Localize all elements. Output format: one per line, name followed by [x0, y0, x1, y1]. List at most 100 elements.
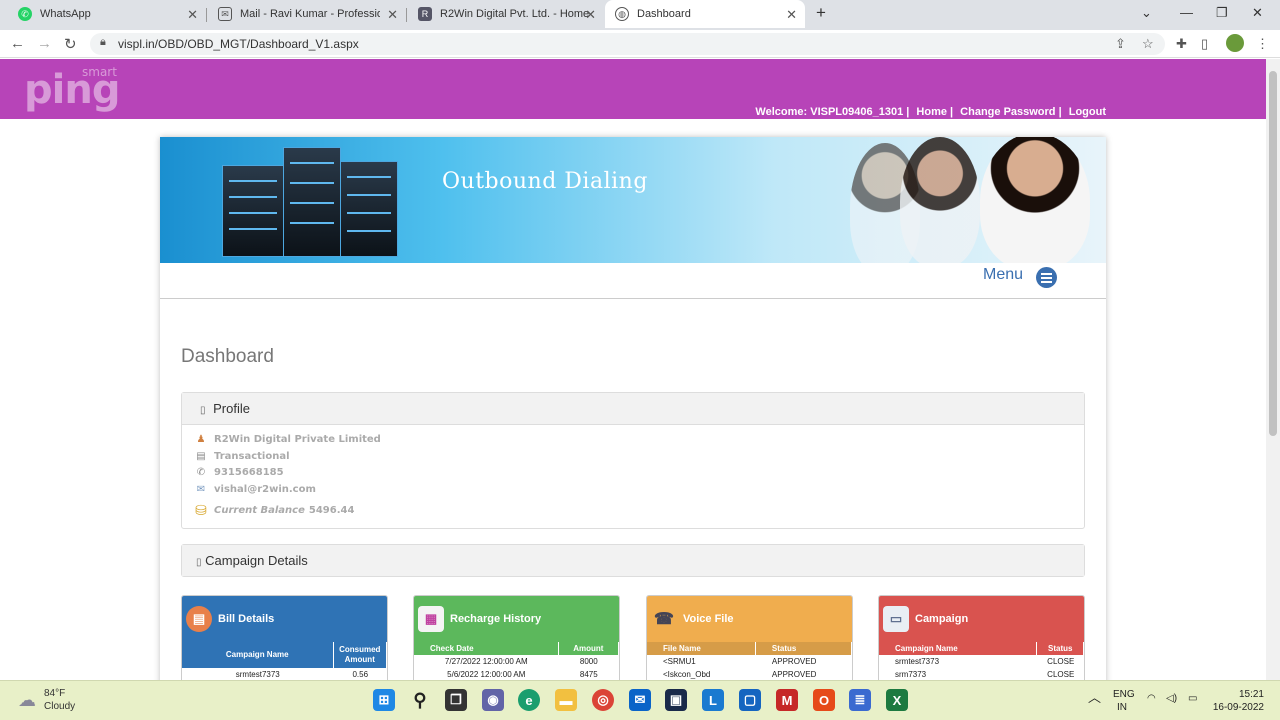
- card-title: Bill Details: [218, 613, 275, 625]
- table-row: <Iskcon_Obd APPROVED: [647, 668, 852, 680]
- scrollbar-thumb[interactable]: [1269, 71, 1277, 436]
- logout-link[interactable]: Logout: [1069, 106, 1106, 118]
- sidebar-icon[interactable]: ▯: [1201, 36, 1208, 52]
- battery-icon[interactable]: ▭: [1188, 692, 1197, 705]
- menu-label[interactable]: Menu: [983, 266, 1023, 284]
- maximize-button[interactable]: ❐: [1216, 5, 1228, 21]
- tab-separator: [406, 8, 407, 22]
- date: 16-09-2022: [1212, 702, 1264, 713]
- tab-separator: [206, 8, 207, 22]
- mail-app-icon[interactable]: ✉: [629, 689, 651, 711]
- table-row: 7/27/2022 12:00:00 AM 8000: [414, 655, 619, 668]
- agent-illustration: [900, 137, 980, 263]
- phone-row: ✆ 9315668185: [194, 464, 1072, 481]
- language-indicator[interactable]: ENG IN: [1113, 688, 1135, 714]
- profile-heading[interactable]: ▯ Profile: [182, 393, 1084, 425]
- notepad-icon[interactable]: ≣: [849, 689, 871, 711]
- file-explorer-icon[interactable]: ▬: [555, 689, 577, 711]
- calendar-icon: ▦: [418, 606, 444, 632]
- taskbar: ☁ 84°F Cloudy ⊞ ⚲ ❐ ◉ e ▬ ◎ ✉ ▣ L ▢ M O …: [0, 680, 1280, 720]
- tab-search-icon[interactable]: ⌄: [1141, 5, 1152, 21]
- home-link[interactable]: Home |: [916, 106, 953, 118]
- close-window-button[interactable]: ✕: [1252, 5, 1263, 21]
- close-icon[interactable]: ✕: [387, 7, 398, 23]
- recharge-history-card: ▦ Recharge History Check Date Amount 7/2…: [413, 595, 620, 680]
- back-icon[interactable]: ←: [10, 35, 25, 52]
- profile-avatar[interactable]: [1226, 34, 1244, 52]
- chat-icon[interactable]: ◉: [482, 689, 504, 711]
- chrome-icon[interactable]: ◎: [592, 689, 614, 711]
- tab-title: Mail - Ravi Kumar - Professional: [240, 8, 380, 20]
- card-header[interactable]: ☎ Voice File: [647, 596, 852, 642]
- card-header[interactable]: ▤ Bill Details: [182, 596, 387, 642]
- cloud-icon[interactable]: ☁: [18, 690, 36, 711]
- chevron-up-icon[interactable]: ︿: [1088, 691, 1101, 704]
- table-cell: srmtest7373: [895, 657, 940, 666]
- table-cell: <Iskcon_Obd: [663, 670, 711, 679]
- new-tab-button[interactable]: +: [816, 3, 826, 23]
- start-icon[interactable]: ⊞: [373, 689, 395, 711]
- more-options-icon[interactable]: ⋮: [1256, 36, 1269, 52]
- photos-icon[interactable]: ▢: [739, 689, 761, 711]
- volume-icon[interactable]: ◁): [1166, 692, 1177, 705]
- table-row: srmtest7373 0.56: [182, 668, 387, 680]
- table-cell: 5/6/2022 12:00:00 AM: [447, 670, 526, 679]
- forward-icon[interactable]: →: [37, 35, 52, 52]
- excel-icon[interactable]: X: [886, 689, 908, 711]
- tab-whatsapp[interactable]: ✆ WhatsApp ✕: [8, 0, 206, 28]
- vertical-scrollbar[interactable]: [1266, 59, 1280, 680]
- change-password-link[interactable]: Change Password |: [960, 106, 1062, 118]
- banner-title: Outbound Dialing: [442, 169, 648, 194]
- close-icon[interactable]: ✕: [786, 7, 797, 23]
- edge-icon[interactable]: e: [518, 689, 540, 711]
- reload-icon[interactable]: ↻: [64, 35, 77, 53]
- mail-icon: ✉: [218, 7, 232, 21]
- card-header[interactable]: ▭ Campaign: [879, 596, 1084, 642]
- table-cell: 7/27/2022 12:00:00 AM: [444, 657, 528, 666]
- task-view-icon[interactable]: ❐: [445, 689, 467, 711]
- mcafee-icon[interactable]: M: [776, 689, 798, 711]
- campaign-details-heading[interactable]: ▯ Campaign Details: [182, 545, 1084, 576]
- weather-widget[interactable]: 84°F Cloudy: [44, 687, 75, 713]
- server-illustration: [222, 165, 284, 257]
- time: 15:21: [1238, 689, 1264, 700]
- whatsapp-icon: ✆: [18, 7, 32, 21]
- minimize-button[interactable]: —: [1180, 5, 1193, 20]
- search-icon[interactable]: ⚲: [409, 689, 431, 711]
- l-app-icon[interactable]: L: [702, 689, 724, 711]
- type-row: ▤ Transactional: [194, 448, 1072, 465]
- close-icon[interactable]: ✕: [187, 7, 198, 23]
- tab-dashboard[interactable]: ◍ Dashboard ✕: [605, 0, 805, 28]
- voice-file-card: ☎ Voice File File Name Status <SRMU1 APP…: [646, 595, 853, 680]
- table-cell: srm7373: [895, 670, 927, 679]
- card-title: Recharge History: [450, 613, 542, 625]
- tab-title: Dashboard: [637, 8, 691, 20]
- close-icon[interactable]: ✕: [585, 7, 596, 23]
- tab-r2win[interactable]: R R2Win Digital Pvt. Ltd. - Home ✕: [408, 0, 604, 28]
- table-header: Campaign Name Status: [879, 642, 1084, 655]
- server-illustration: [283, 147, 341, 257]
- clock[interactable]: 15:21 16-09-2022: [1212, 688, 1264, 714]
- hamburger-menu-icon[interactable]: [1036, 267, 1057, 288]
- store-icon[interactable]: ▣: [665, 689, 687, 711]
- column-header: Campaign Name: [879, 642, 1038, 655]
- tab-title: WhatsApp: [40, 8, 91, 20]
- url-text: vispl.in/OBD/OBD_MGT/Dashboard_V1.aspx: [118, 37, 359, 51]
- phone-number: 9315668185: [214, 467, 284, 479]
- balance-value: 5496.44: [308, 505, 355, 517]
- office-icon[interactable]: O: [813, 689, 835, 711]
- url-field[interactable]: 🔒︎ vispl.in/OBD/OBD_MGT/Dashboard_V1.asp…: [90, 33, 1165, 55]
- table-row: srmtest7373 CLOSE: [879, 655, 1084, 668]
- share-icon[interactable]: ⇪: [1115, 36, 1126, 52]
- wifi-icon[interactable]: ◠: [1147, 692, 1156, 705]
- page-title: Dashboard: [181, 346, 274, 367]
- profile-panel: ▯ Profile ♟ R2Win Digital Private Limite…: [181, 392, 1085, 529]
- card-header[interactable]: ▦ Recharge History: [414, 596, 619, 642]
- bookmark-star-icon[interactable]: ☆: [1142, 36, 1154, 52]
- menu-bar: Menu: [160, 263, 1106, 299]
- extensions-icon[interactable]: ✚: [1176, 36, 1187, 52]
- table-cell: 0.56: [352, 670, 369, 679]
- table-header: File Name Status: [647, 642, 852, 655]
- telephone-icon: ☎: [654, 611, 674, 628]
- tab-mail[interactable]: ✉ Mail - Ravi Kumar - Professional ✕: [208, 0, 406, 28]
